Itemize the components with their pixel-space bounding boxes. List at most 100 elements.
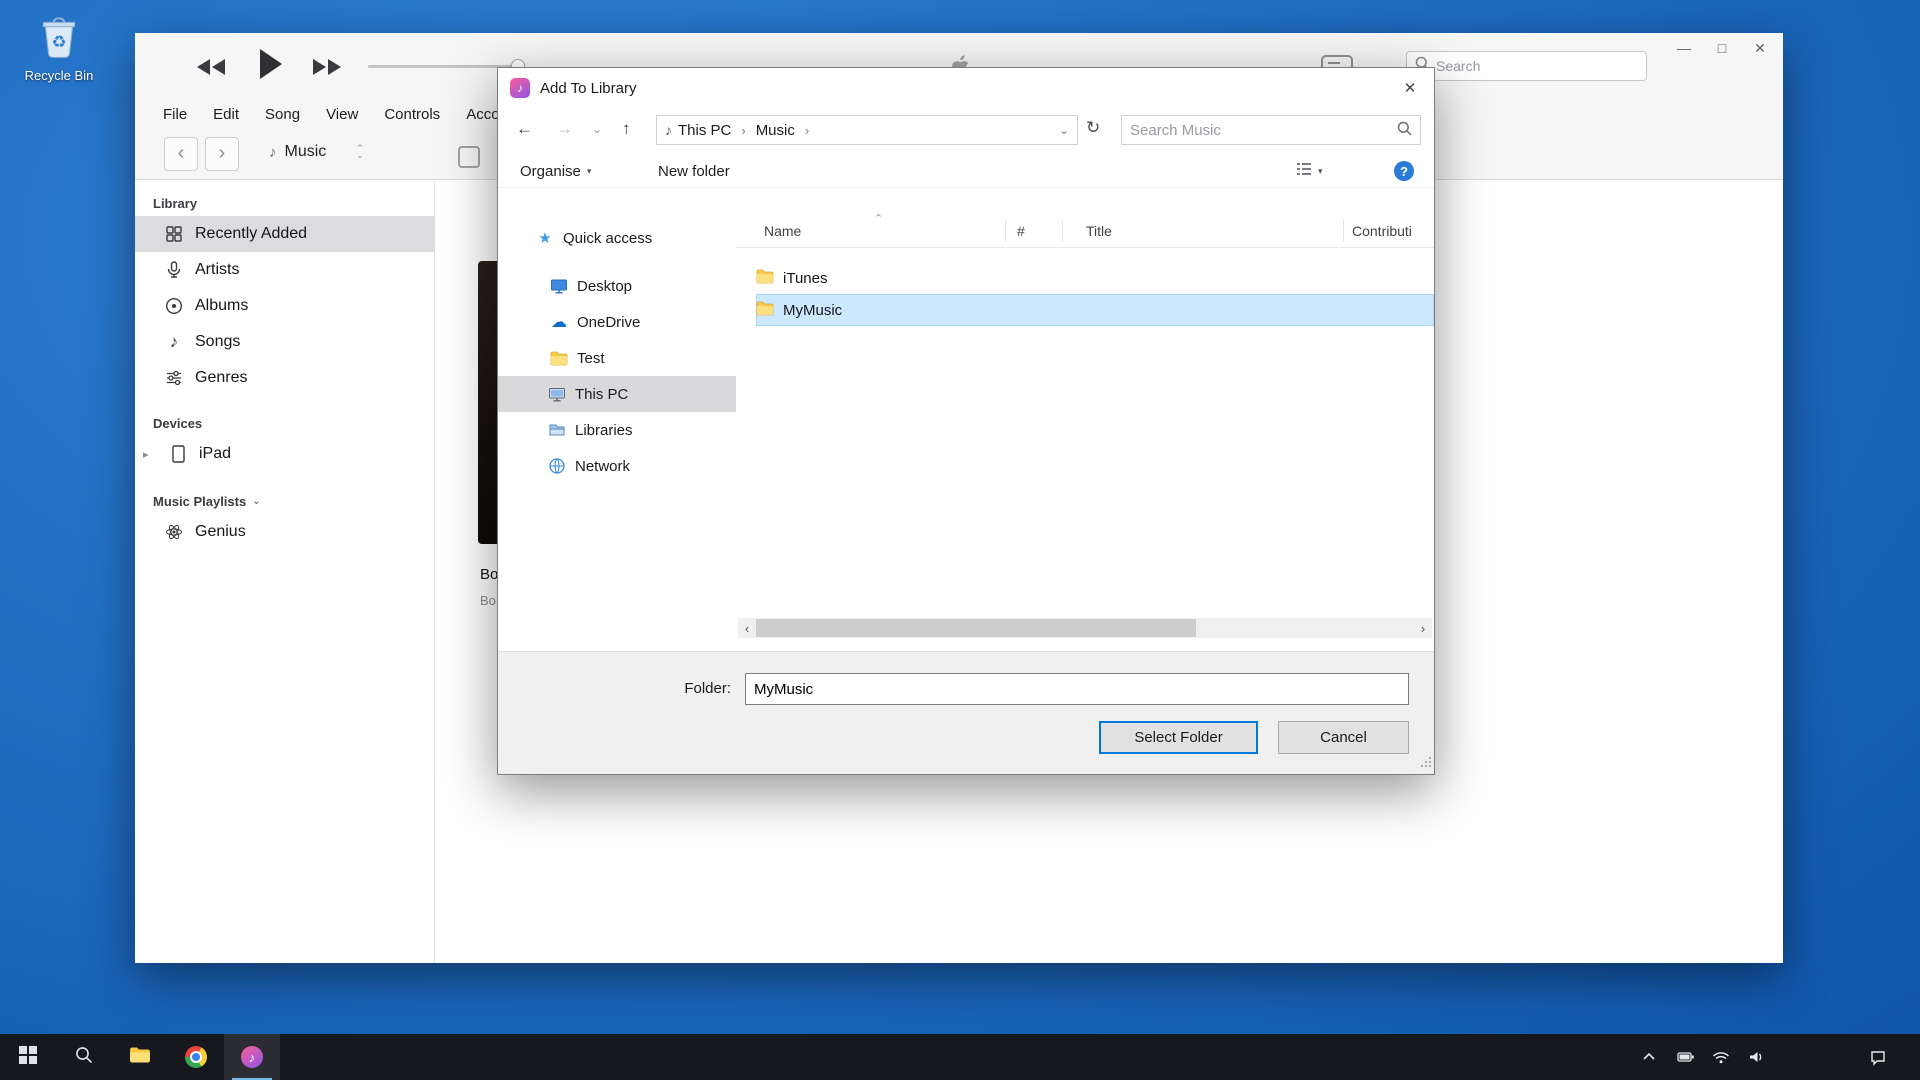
- itunes-search-input[interactable]: [1436, 58, 1638, 74]
- add-to-library-dialog: ♪ Add To Library ✕ ← → ⌄ ↑ ♪ This PC › M…: [497, 67, 1435, 775]
- forward-arrow-icon[interactable]: →: [556, 119, 573, 139]
- cancel-button[interactable]: Cancel: [1278, 721, 1409, 754]
- sidebar-item-label: Artists: [195, 261, 239, 279]
- cloud-icon: ☁: [550, 313, 568, 331]
- ipad-icon: [169, 445, 187, 463]
- sidebar-item-label: Songs: [195, 333, 240, 351]
- taskbar-chrome-button[interactable]: [168, 1034, 224, 1080]
- miniplayer-icon[interactable]: [458, 146, 480, 168]
- taskbar-itunes-button[interactable]: ♪: [224, 1034, 280, 1080]
- sidebar-item-recently-added[interactable]: Recently Added: [135, 216, 434, 252]
- dialog-search-field[interactable]: [1121, 115, 1421, 145]
- nav-forward-button[interactable]: ›: [205, 137, 239, 171]
- close-button[interactable]: ✕: [1745, 35, 1775, 61]
- forward-button[interactable]: [311, 57, 343, 82]
- recycle-bin-icon: ♻: [35, 47, 83, 64]
- select-folder-button[interactable]: Select Folder: [1099, 721, 1258, 754]
- history-chevron-icon[interactable]: ⌄: [592, 122, 602, 136]
- recycle-bin[interactable]: ♻ Recycle Bin: [18, 12, 100, 83]
- file-explorer-icon: [129, 1046, 151, 1069]
- menu-controls[interactable]: Controls: [384, 106, 440, 123]
- start-button[interactable]: [0, 1034, 56, 1080]
- sort-ascending-icon: ⌃: [874, 212, 883, 225]
- navpane-item-libraries[interactable]: Libraries: [498, 412, 736, 448]
- nav-back-button[interactable]: ‹: [164, 137, 198, 171]
- sidebar-item-genres[interactable]: Genres: [135, 360, 434, 396]
- dialog-toolbar: Organise ▾ New folder ▾ ?: [498, 152, 1434, 188]
- resize-grip[interactable]: [1420, 755, 1432, 772]
- column-header-name[interactable]: Name: [764, 223, 801, 239]
- navpane-item-desktop[interactable]: Desktop: [498, 268, 736, 304]
- dialog-close-button[interactable]: ✕: [1386, 68, 1434, 108]
- file-row-mymusic[interactable]: MyMusic: [756, 294, 1434, 326]
- organise-button[interactable]: Organise ▾: [520, 159, 591, 183]
- dialog-search-input[interactable]: [1130, 122, 1391, 139]
- scroll-left-icon[interactable]: ‹: [738, 618, 756, 638]
- column-header-contributing[interactable]: Contributi: [1352, 223, 1412, 239]
- media-kind-selector[interactable]: ♪ Music ⌃⌄: [269, 143, 364, 161]
- chevron-right-icon[interactable]: ›: [737, 123, 749, 138]
- navpane-item-onedrive[interactable]: ☁ OneDrive: [498, 304, 736, 340]
- folder-icon: [756, 269, 774, 288]
- sidebar-item-genius[interactable]: Genius: [135, 514, 434, 550]
- music-playlists-header[interactable]: Music Playlists ⌄: [135, 488, 434, 514]
- menu-view[interactable]: View: [326, 106, 358, 123]
- disclosure-triangle-icon[interactable]: ▸: [143, 448, 157, 461]
- taskbar-file-explorer-button[interactable]: [112, 1034, 168, 1080]
- scroll-right-icon[interactable]: ›: [1414, 618, 1432, 638]
- address-dropdown-icon[interactable]: ⌄: [1059, 123, 1069, 137]
- help-icon: ?: [1394, 161, 1414, 181]
- file-row-itunes[interactable]: iTunes: [756, 262, 1434, 294]
- column-header-title[interactable]: Title: [1086, 223, 1112, 239]
- sidebar-item-label: iPad: [199, 445, 231, 463]
- album-artist[interactable]: Bo: [480, 593, 496, 608]
- breadcrumb-this-pc[interactable]: This PC: [678, 122, 731, 139]
- file-list-header: ⌃ Name # Title Contributi: [736, 214, 1434, 248]
- itunes-search-field[interactable]: [1406, 51, 1647, 81]
- desktop: ♻ Recycle Bin: [0, 0, 1920, 1080]
- navpane-item-network[interactable]: Network: [498, 448, 736, 484]
- minimize-button[interactable]: —: [1669, 35, 1699, 61]
- help-button[interactable]: ?: [1394, 159, 1414, 183]
- dialog-bottom-bar: Folder: Select Folder Cancel: [498, 651, 1434, 774]
- back-arrow-icon[interactable]: ←: [516, 119, 533, 139]
- volume-slider-track[interactable]: [368, 65, 518, 68]
- dialog-titlebar[interactable]: ♪ Add To Library ✕: [498, 68, 1434, 108]
- maximize-button[interactable]: □: [1707, 35, 1737, 61]
- navpane-item-test[interactable]: Test: [498, 340, 736, 376]
- refresh-icon[interactable]: ↻: [1086, 118, 1100, 138]
- battery-icon[interactable]: [1669, 1034, 1703, 1080]
- sidebar-item-label: Albums: [195, 297, 248, 315]
- itunes-icon: ♪: [241, 1046, 263, 1068]
- desktop-icon: [550, 277, 568, 295]
- play-button[interactable]: [258, 46, 284, 87]
- address-bar[interactable]: ♪ This PC › Music › ⌄: [656, 115, 1078, 145]
- sidebar-item-songs[interactable]: ♪ Songs: [135, 324, 434, 360]
- menu-file[interactable]: File: [163, 106, 187, 123]
- tray-show-hidden-icons[interactable]: [1632, 1034, 1666, 1080]
- dialog-navbar: ← → ⌄ ↑ ♪ This PC › Music › ⌄ ↻: [498, 108, 1434, 152]
- navpane-item-quick-access[interactable]: ★ Quick access: [498, 220, 736, 256]
- navpane-item-this-pc[interactable]: This PC: [498, 376, 736, 412]
- album-title[interactable]: Bo: [480, 566, 498, 583]
- chevron-right-icon[interactable]: ›: [801, 123, 813, 138]
- breadcrumb-music[interactable]: Music: [756, 122, 795, 139]
- up-arrow-icon[interactable]: ↑: [622, 119, 631, 139]
- sidebar-item-artists[interactable]: Artists: [135, 252, 434, 288]
- menu-edit[interactable]: Edit: [213, 106, 239, 123]
- horizontal-scrollbar[interactable]: ‹ ›: [738, 618, 1432, 638]
- sidebar-item-albums[interactable]: Albums: [135, 288, 434, 324]
- new-folder-button[interactable]: New folder: [658, 159, 730, 183]
- folder-name-input[interactable]: [745, 673, 1409, 705]
- volume-icon[interactable]: [1739, 1034, 1773, 1080]
- rewind-button[interactable]: [195, 57, 227, 82]
- sidebar-item-ipad[interactable]: ▸ iPad: [135, 436, 434, 472]
- menu-song[interactable]: Song: [265, 106, 300, 123]
- taskbar-search-button[interactable]: [56, 1034, 112, 1080]
- wifi-icon[interactable]: [1704, 1034, 1738, 1080]
- action-center-icon[interactable]: [1856, 1034, 1900, 1080]
- view-mode-button[interactable]: ▾: [1296, 159, 1323, 183]
- column-header-number[interactable]: #: [1017, 223, 1025, 239]
- network-globe-icon: [548, 457, 566, 475]
- scrollbar-thumb[interactable]: [756, 619, 1196, 637]
